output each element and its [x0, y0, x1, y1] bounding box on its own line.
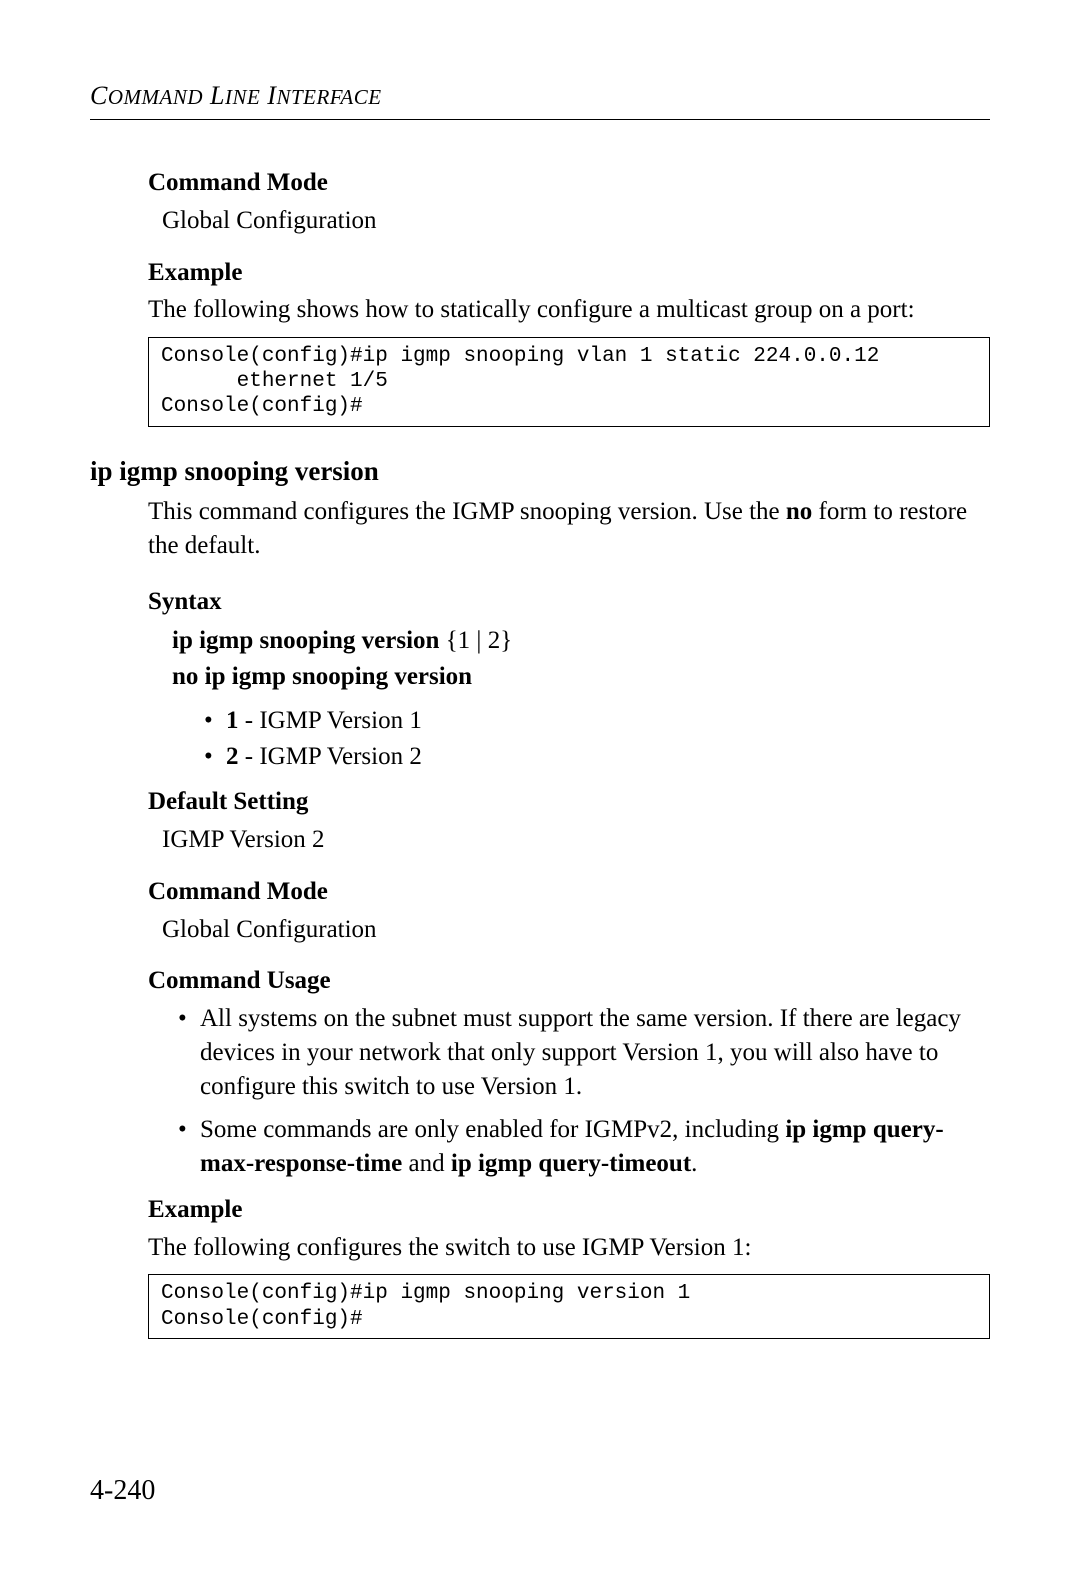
option-item: 2 - IGMP Version 2	[204, 740, 990, 774]
usage-list: All systems on the subnet must support t…	[178, 1002, 990, 1181]
usage-item: Some commands are only enabled for IGMPv…	[178, 1113, 990, 1181]
code-block-1: Console(config)#ip igmp snooping vlan 1 …	[148, 337, 990, 427]
command-title: ip igmp snooping version	[90, 453, 990, 489]
header-rule	[90, 119, 990, 120]
command-mode-heading-2: Command Mode	[148, 875, 990, 909]
example-text-2: The following configures the switch to u…	[148, 1231, 990, 1265]
command-usage-heading: Command Usage	[148, 964, 990, 998]
command-description: This command configures the IGMP snoopin…	[148, 495, 990, 563]
option-key: 2	[226, 743, 239, 770]
usage-pre: Some commands are only enabled for IGMPv…	[200, 1116, 785, 1143]
example-text-1: The following shows how to statically co…	[148, 293, 990, 327]
syntax-line-2: no ip igmp snooping version	[172, 660, 990, 694]
desc-bold: no	[786, 498, 812, 525]
desc-pre: This command configures the IGMP snoopin…	[148, 498, 786, 525]
option-list: 1 - IGMP Version 1 2 - IGMP Version 2	[204, 704, 990, 774]
usage-text: All systems on the subnet must support t…	[200, 1005, 961, 1100]
option-desc: - IGMP Version 2	[239, 743, 422, 770]
syntax-line-1: ip igmp snooping version {1 | 2}	[172, 624, 990, 658]
command-mode-value-2: Global Configuration	[162, 913, 990, 947]
usage-post: .	[691, 1150, 697, 1177]
syntax-heading: Syntax	[148, 585, 990, 619]
usage-bold-2: ip igmp query-timeout	[451, 1150, 691, 1177]
running-header: COMMAND LINE INTERFACE	[90, 78, 990, 113]
option-item: 1 - IGMP Version 1	[204, 704, 990, 738]
syntax-block: ip igmp snooping version {1 | 2} no ip i…	[172, 624, 990, 694]
command-mode-heading-1: Command Mode	[148, 166, 990, 200]
syntax-cmd-1: ip igmp snooping version	[172, 627, 439, 654]
default-setting-heading: Default Setting	[148, 785, 990, 819]
usage-mid: and	[402, 1150, 451, 1177]
option-desc: - IGMP Version 1	[239, 707, 422, 734]
page-number: 4-240	[90, 1472, 155, 1510]
code-block-2: Console(config)#ip igmp snooping version…	[148, 1274, 990, 1338]
example-heading-2: Example	[148, 1193, 990, 1227]
command-mode-value-1: Global Configuration	[162, 204, 990, 238]
syntax-args-1: {1 | 2}	[439, 627, 512, 654]
usage-item: All systems on the subnet must support t…	[178, 1002, 990, 1103]
default-setting-value: IGMP Version 2	[162, 823, 990, 857]
example-heading-1: Example	[148, 256, 990, 290]
option-key: 1	[226, 707, 239, 734]
running-header-text: COMMAND LINE INTERFACE	[90, 81, 382, 110]
